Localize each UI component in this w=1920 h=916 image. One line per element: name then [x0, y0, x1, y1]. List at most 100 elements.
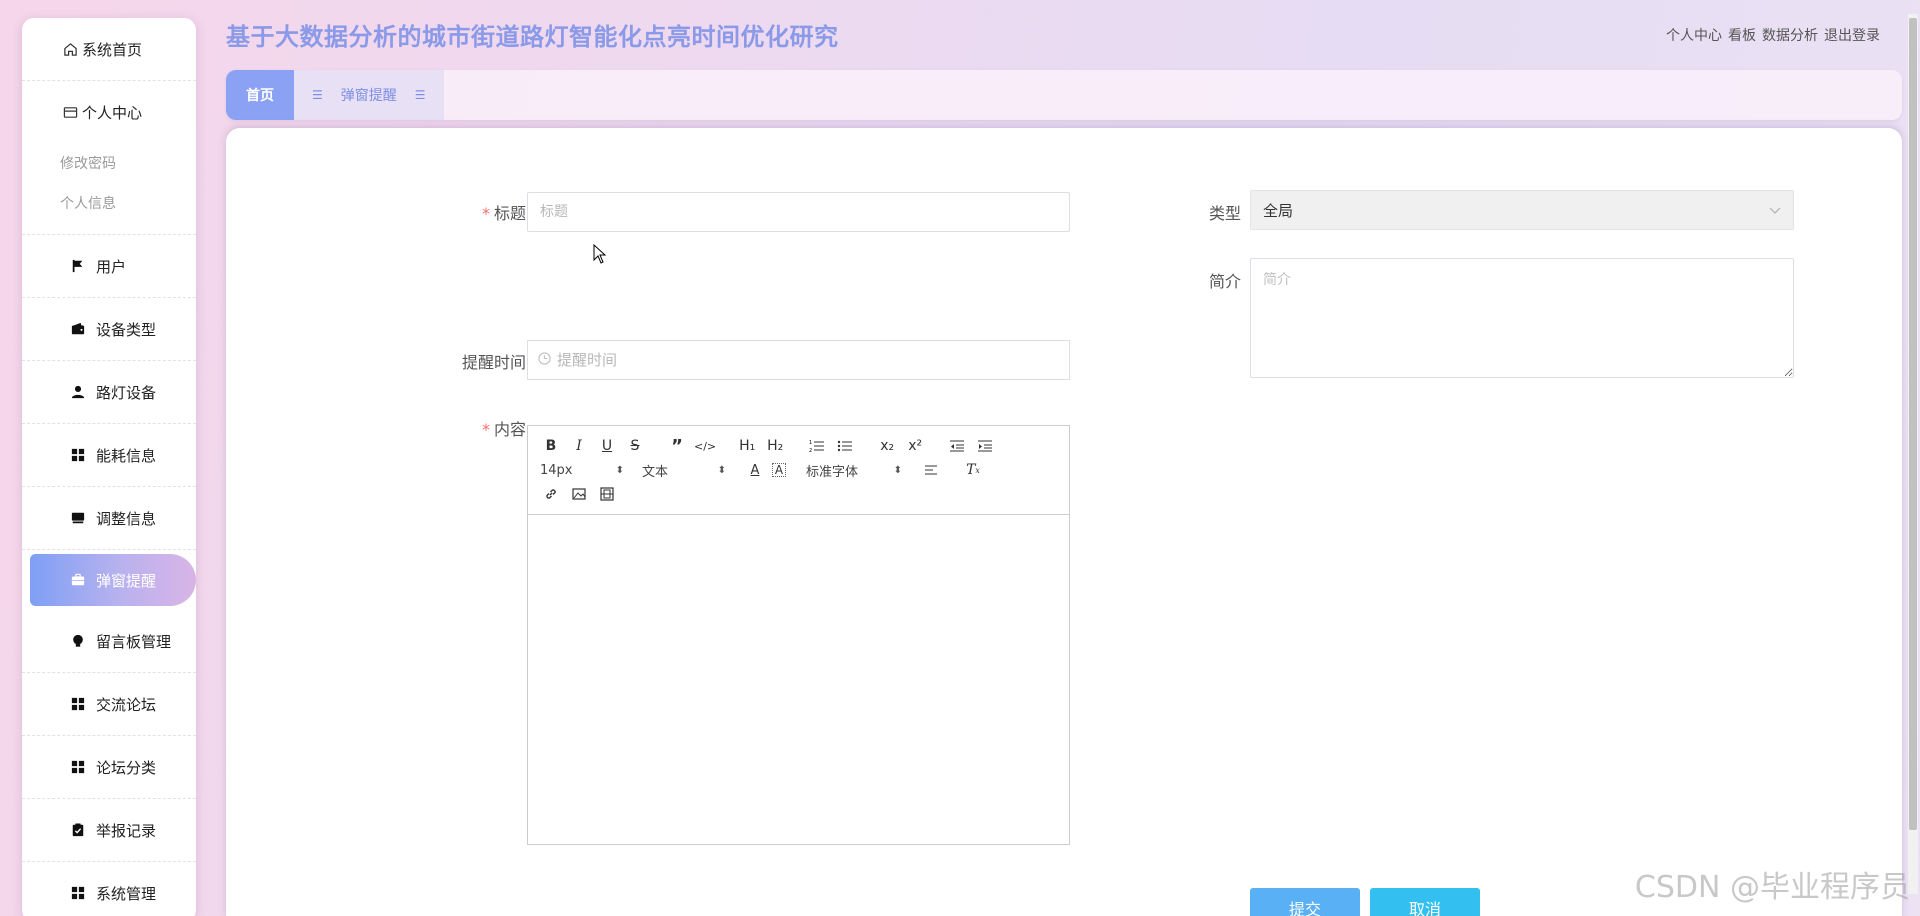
code-icon[interactable]: </> [694, 435, 716, 457]
title-input[interactable] [527, 192, 1070, 232]
top-link-dashboard[interactable]: 看板 [1728, 25, 1756, 45]
scrollbar-thumb[interactable] [1909, 18, 1917, 830]
tab-bar: 首页 ☰ 弹窗提醒 ☰ [226, 70, 1902, 120]
svg-text:2: 2 [809, 448, 812, 453]
clipboard-icon [70, 822, 86, 838]
outdent-icon[interactable] [946, 435, 968, 457]
required-mark: * [481, 420, 490, 439]
title-label: * 标题 [481, 204, 526, 223]
editor-toolbar: B I U S ” </> H₁ H₂ 12 x₂ x² 14px ⬍ 文本 ⬍… [528, 426, 1069, 515]
tab-label: 弹窗提醒 [340, 88, 397, 104]
sidebar-item-label: 系统首页 [82, 40, 143, 59]
sidebar-item-report-records[interactable]: 举报记录 [22, 799, 196, 862]
sidebar-item-label: 路灯设备 [96, 383, 157, 402]
sidebar-item-users[interactable]: 用户 [22, 235, 196, 298]
sidebar-item-label: 弹窗提醒 [96, 571, 157, 590]
image-icon[interactable] [568, 483, 590, 505]
sidebar-item-label: 留言板管理 [96, 632, 172, 651]
sidebar-item-label: 用户 [96, 257, 127, 276]
sidebar-item-forum[interactable]: 交流论坛 [22, 673, 196, 736]
sidebar-item-energy-info[interactable]: 能耗信息 [22, 424, 196, 487]
monitor-icon [70, 510, 86, 526]
sidebar-item-label: 个人中心 [82, 104, 143, 122]
header-2-button[interactable]: H₂ [764, 435, 786, 457]
font-size-select[interactable]: 14px ⬍ [540, 463, 624, 478]
strike-button[interactable]: S [624, 435, 646, 457]
menu-icon: ☰ [414, 88, 426, 102]
top-link-data-analysis[interactable]: 数据分析 [1762, 25, 1818, 45]
card-icon [62, 105, 78, 121]
header-1-button[interactable]: H₁ [736, 435, 758, 457]
clear-format-icon[interactable]: Tx [962, 459, 984, 481]
sidebar-item-label: 交流论坛 [96, 695, 157, 714]
sidebar-item-label: 能耗信息 [96, 446, 157, 465]
type-select[interactable]: 全局 [1250, 190, 1794, 230]
bulb-icon [70, 633, 86, 649]
sidebar-subitem-personal-info[interactable]: 个人信息 [22, 184, 196, 224]
required-mark: * [481, 204, 490, 223]
submit-button[interactable]: 提交 [1250, 888, 1360, 916]
sidebar-item-device-types[interactable]: 设备类型 [22, 298, 196, 361]
briefcase-icon [70, 572, 86, 588]
sidebar-item-streetlight-devices[interactable]: 路灯设备 [22, 361, 196, 424]
sidebar-item-label: 调整信息 [96, 509, 157, 528]
top-link-logout[interactable]: 退出登录 [1824, 25, 1880, 45]
video-icon[interactable] [596, 483, 618, 505]
wallet-icon [70, 321, 86, 337]
watermark: CSDN @毕业程序员 [1634, 870, 1910, 905]
grid-icon [70, 759, 86, 775]
sidebar-item-forum-category[interactable]: 论坛分类 [22, 736, 196, 799]
bold-button[interactable]: B [540, 435, 562, 457]
font-family-select[interactable]: 标准字体 ⬍ [806, 461, 902, 480]
tab-home[interactable]: 首页 [226, 70, 294, 120]
italic-button[interactable]: I [568, 435, 590, 457]
remind-time-label: 提醒时间 [461, 353, 526, 372]
editor-content-area[interactable] [528, 515, 1069, 844]
remind-time-picker[interactable] [527, 340, 1070, 380]
intro-label: 简介 [1208, 272, 1241, 291]
page-scrollbar[interactable] [1908, 14, 1918, 894]
remind-time-input[interactable] [551, 351, 1069, 369]
blockquote-icon[interactable]: ” [666, 435, 688, 457]
sidebar-item-message-board[interactable]: 留言板管理 [22, 610, 196, 673]
top-link-personal-center[interactable]: 个人中心 [1666, 25, 1722, 45]
sidebar-item-home[interactable]: 系统首页 [22, 18, 196, 81]
top-nav: 个人中心 看板 数据分析 退出登录 [1666, 25, 1880, 45]
updown-icon: ⬍ [615, 464, 624, 476]
cancel-button[interactable]: 取消 [1370, 888, 1480, 916]
indent-icon[interactable] [974, 435, 996, 457]
sidebar-item-label: 论坛分类 [96, 758, 157, 777]
intro-textarea[interactable] [1250, 258, 1794, 378]
sidebar-item-system-management[interactable]: 系统管理 [22, 862, 196, 916]
type-label: 类型 [1208, 204, 1241, 223]
sidebar-item-personal[interactable]: 个人中心 [22, 81, 196, 144]
underline-button[interactable]: U [596, 435, 618, 457]
rich-text-editor: B I U S ” </> H₁ H₂ 12 x₂ x² 14px ⬍ 文本 ⬍… [527, 425, 1070, 845]
superscript-button[interactable]: x² [904, 435, 926, 457]
link-icon[interactable] [540, 483, 562, 505]
sidebar-item-adjust-info[interactable]: 调整信息 [22, 487, 196, 550]
type-select-value: 全局 [1263, 201, 1294, 220]
clock-icon [538, 351, 551, 369]
align-icon[interactable] [920, 459, 942, 481]
chevron-down-icon [1769, 201, 1781, 219]
sidebar-item-label: 设备类型 [96, 320, 157, 339]
background-color-icon[interactable]: A [772, 463, 786, 477]
toolbar-row: B I U S ” </> H₁ H₂ 12 x₂ x² [540, 434, 1059, 458]
sidebar-subitem-change-password[interactable]: 修改密码 [22, 144, 196, 184]
ordered-list-icon[interactable]: 12 [806, 435, 828, 457]
tab-popup-reminder[interactable]: ☰ 弹窗提醒 ☰ [294, 70, 444, 120]
form-card: *标题 类型 全局 简介 提醒时间 *内容 B I U S ” [226, 128, 1902, 916]
subscript-button[interactable]: x₂ [876, 435, 898, 457]
block-format-select[interactable]: 文本 ⬍ [642, 461, 726, 480]
sidebar: 系统首页 个人中心 修改密码 个人信息 用户 设备类型 路灯设备 能耗信息 调整… [22, 18, 196, 916]
sidebar-item-label: 举报记录 [96, 821, 157, 840]
bullet-list-icon[interactable] [834, 435, 856, 457]
app-title: 基于大数据分析的城市街道路灯智能化点亮时间优化研究 [226, 23, 839, 51]
menu-icon: ☰ [312, 88, 323, 102]
sidebar-item-popup-reminder[interactable]: 弹窗提醒 [30, 554, 196, 606]
flag-icon [70, 258, 86, 274]
updown-icon: ⬍ [717, 464, 726, 476]
font-color-icon[interactable]: A [744, 459, 766, 481]
grid-icon [70, 447, 86, 463]
